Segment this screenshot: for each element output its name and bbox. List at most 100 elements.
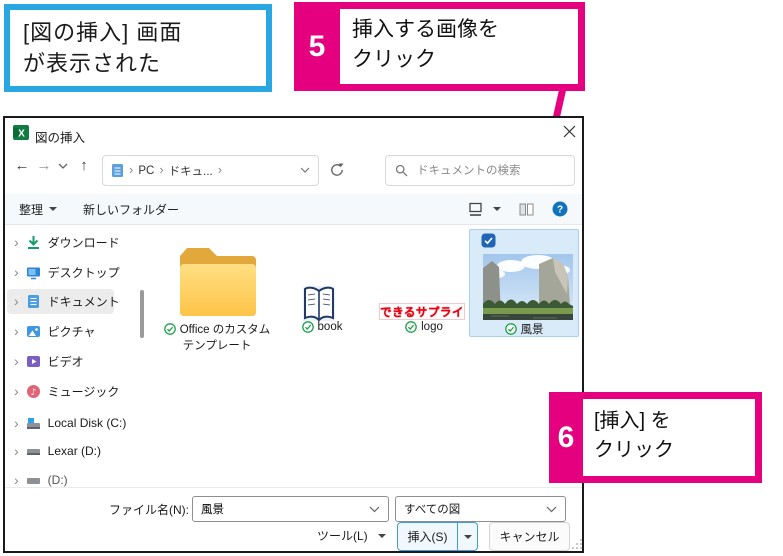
sidebar-item-pictures[interactable]: › ピクチャ	[7, 319, 143, 343]
insert-dropdown-icon	[463, 534, 472, 539]
sidebar-item-desktop[interactable]: › デスクトップ	[7, 260, 143, 284]
insert-dropdown-button[interactable]	[458, 534, 477, 539]
step5-callout: 5 挿入する画像を クリック	[294, 2, 585, 91]
recent-locations-chevron-icon[interactable]	[58, 163, 68, 170]
sidebar-item-music[interactable]: › ♪ ミュージック	[7, 379, 143, 403]
breadcrumb-item-pc[interactable]: PC	[138, 165, 154, 177]
videos-icon	[26, 355, 40, 367]
view-mode-dropdown-icon[interactable]	[493, 207, 501, 211]
file-name: 風景	[520, 324, 544, 336]
filetype-select[interactable]: すべての図	[395, 496, 566, 522]
breadcrumb-separator: ›	[129, 162, 134, 177]
file-item-book-icon[interactable]	[301, 284, 337, 324]
drive-icon	[26, 477, 40, 484]
breadcrumb-separator: ›	[159, 162, 164, 177]
insert-label: 挿入(S)	[407, 530, 448, 544]
file-item-logo-label[interactable]: logo	[381, 321, 467, 333]
search-box[interactable]	[385, 155, 575, 186]
dialog-footer: ファイル名(N): すべての図 ツール(L) 挿入(S)	[5, 487, 582, 551]
search-input[interactable]	[415, 163, 573, 178]
new-folder-button[interactable]: 新しいフォルダー	[83, 201, 179, 218]
filename-field[interactable]	[192, 496, 389, 522]
step5-line2: クリック	[352, 48, 436, 71]
filetype-dropdown-chevron-icon	[546, 506, 557, 512]
file-name: book	[317, 321, 343, 333]
command-bar: 整理 新しいフォルダー ?	[5, 194, 582, 225]
expand-chevron-icon[interactable]: ›	[14, 294, 19, 308]
expand-chevron-icon[interactable]: ›	[14, 354, 19, 368]
screenshot-stage: X 図の挿入 ← → ↑ › PC › ドキュ... › ドキュメントの検索 整…	[0, 0, 783, 556]
view-mode-icon[interactable]	[468, 202, 483, 217]
dialog-title: 図の挿入	[35, 131, 86, 145]
music-icon: ♪	[26, 384, 40, 398]
help-icon[interactable]: ?	[552, 201, 568, 217]
expand-chevron-icon[interactable]: ›	[14, 444, 19, 458]
back-button[interactable]: ←	[13, 156, 31, 174]
insert-picture-dialog: X 図の挿入 ← → ↑ › PC › ドキュ... › ドキュメントの検索 整…	[3, 116, 584, 553]
sidebar-item-clipped-drive[interactable]: › (D:)	[7, 468, 143, 487]
checkmark-circle-icon	[301, 321, 314, 333]
sidebar-item-videos[interactable]: › ビデオ	[7, 349, 143, 373]
cancel-button[interactable]: キャンセル	[489, 522, 570, 551]
breadcrumb-dropdown-chevron-icon[interactable]	[300, 167, 310, 174]
dialog-body: › ダウンロード › デスクトップ › ドキュメント › ピクチャ › ビデオ …	[5, 225, 582, 487]
close-icon[interactable]	[563, 125, 576, 138]
cancel-label: キャンセル	[499, 530, 560, 544]
selection-checkbox[interactable]	[481, 233, 496, 248]
forward-button[interactable]: →	[35, 156, 53, 174]
up-button[interactable]: ↑	[75, 156, 93, 174]
file-item-office-templates-label[interactable]: Office のカスタム	[155, 321, 279, 337]
landscape-photo-thumbnail[interactable]	[483, 254, 573, 320]
file-item-book-label[interactable]: book	[277, 321, 367, 333]
pictures-icon	[26, 325, 40, 337]
note-line1: [図の挿入] 画面	[23, 20, 183, 45]
expand-chevron-icon[interactable]: ›	[14, 384, 19, 398]
step6-callout: 6 [挿入] を クリック	[549, 392, 762, 483]
step6-text: [挿入] を クリック	[583, 399, 755, 476]
step5-line1: 挿入する画像を	[352, 18, 499, 41]
sidebar-item-lexar-d[interactable]: › Lexar (D:)	[7, 439, 143, 463]
expand-chevron-icon[interactable]: ›	[14, 324, 19, 338]
file-item-logo-thumbnail[interactable]: できるサプライ	[379, 303, 465, 320]
insert-button[interactable]: 挿入(S)	[397, 522, 478, 551]
resize-grip[interactable]	[571, 538, 583, 550]
step6-line1: [挿入] を	[594, 410, 671, 432]
sidebar-item-local-disk-c[interactable]: › Local Disk (C:)	[7, 411, 143, 435]
file-name: logo	[421, 321, 443, 333]
expand-chevron-icon[interactable]: ›	[14, 416, 19, 430]
sidebar-item-label: ダウンロード	[47, 235, 120, 250]
refresh-icon[interactable]	[329, 162, 345, 178]
breadcrumb-item-documents[interactable]: ドキュ...	[169, 163, 213, 179]
sidebar-scrollbar[interactable]	[140, 290, 144, 338]
search-icon	[395, 164, 408, 177]
filename-input[interactable]	[201, 503, 369, 515]
local-disk-icon	[26, 417, 40, 429]
svg-text:X: X	[18, 129, 25, 140]
tools-label: ツール(L)	[317, 529, 368, 543]
note-line2: が表示された	[23, 51, 162, 76]
file-item-office-templates-folder-icon[interactable]	[174, 242, 258, 322]
step6-number: 6	[557, 420, 575, 454]
checkmark-circle-icon	[405, 321, 417, 333]
document-icon	[27, 294, 39, 308]
step6-line2: クリック	[594, 439, 674, 461]
drive-icon	[26, 448, 40, 455]
file-name: Office のカスタム	[179, 324, 271, 336]
expand-chevron-icon[interactable]: ›	[14, 235, 19, 249]
tools-button[interactable]: ツール(L)	[317, 527, 386, 544]
breadcrumb-separator: ›	[217, 162, 223, 177]
svg-text:♪: ♪	[30, 388, 36, 398]
organize-button[interactable]: 整理	[19, 201, 58, 218]
organize-dropdown-icon	[49, 207, 58, 211]
file-item-office-templates-label-line2: テンプレート	[182, 340, 252, 352]
expand-chevron-icon[interactable]: ›	[14, 473, 19, 487]
sidebar-item-downloads[interactable]: › ダウンロード	[7, 230, 143, 254]
filename-dropdown-chevron-icon[interactable]	[369, 506, 380, 513]
sidebar-item-label: ピクチャ	[47, 324, 96, 339]
sidebar-item-label: ドキュメント	[47, 294, 120, 309]
sidebar-item-documents[interactable]: › ドキュメント	[7, 289, 143, 313]
file-item-landscape-label[interactable]: 風景	[483, 321, 565, 337]
breadcrumb[interactable]: › PC › ドキュ... ›	[102, 155, 319, 186]
preview-pane-icon[interactable]	[519, 202, 534, 217]
expand-chevron-icon[interactable]: ›	[14, 265, 19, 279]
